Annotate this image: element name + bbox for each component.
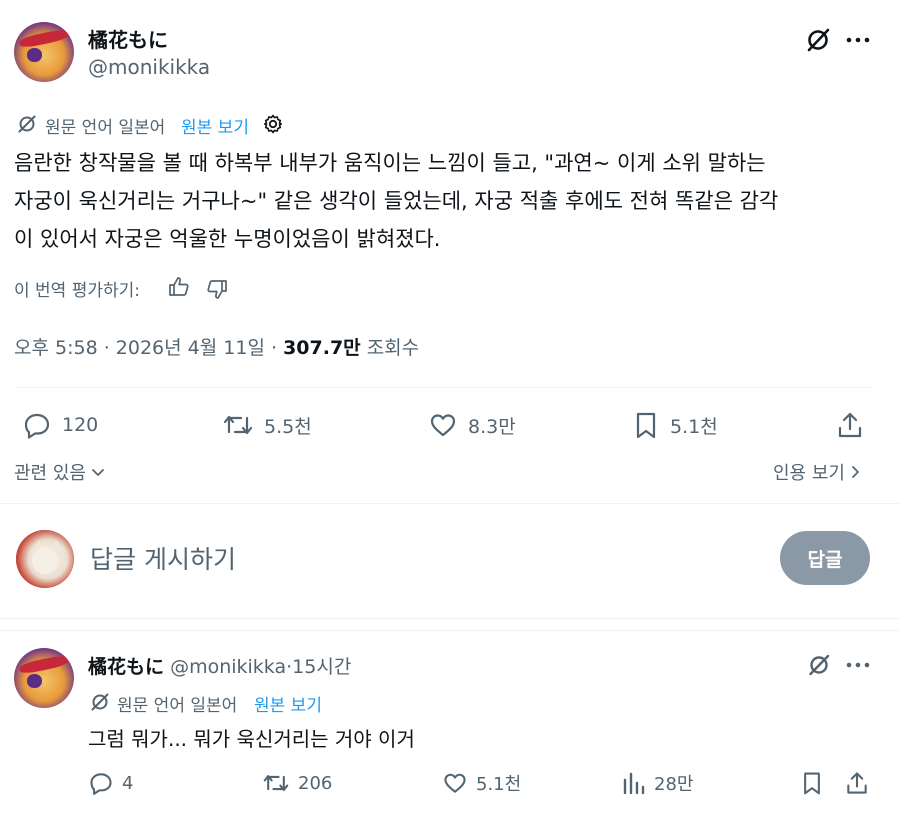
show-original-link[interactable]: 원본 보기 [181, 113, 249, 138]
chevron-right-icon [849, 464, 863, 480]
rate-translation-label: 이 번역 평가하기: [14, 281, 141, 301]
more-icon[interactable] [846, 36, 870, 44]
like-icon [442, 770, 468, 796]
bookmark-count: 5.1천 [670, 415, 718, 438]
avatar-headband [18, 27, 70, 49]
reply-reply-button[interactable]: 4 [88, 770, 133, 796]
share-icon[interactable] [835, 410, 865, 440]
translation-note: 원문 언어 일본어 [45, 118, 166, 138]
bookmark-button[interactable]: 5.1천 [632, 410, 718, 440]
more-icon[interactable] [846, 661, 870, 669]
author-handle[interactable]: @monikikka [88, 55, 210, 79]
share-icon[interactable] [844, 770, 870, 796]
avatar-eyepatch [27, 674, 42, 688]
reply-views-button[interactable]: 28만 [622, 770, 693, 796]
grok-icon[interactable] [806, 652, 832, 678]
thumbs-down-icon[interactable] [205, 277, 229, 301]
reply-display-name[interactable]: 橘花もに [88, 656, 164, 678]
view-count-label: 조회수 [366, 337, 420, 359]
quotes-link[interactable]: 인용 보기 [773, 459, 863, 485]
post-body-line: 이 있어서 자궁은 억울한 누명이었음이 밝혀졌다. [14, 227, 441, 251]
bookmark-icon[interactable] [800, 770, 824, 796]
like-button[interactable]: 8.3만 [428, 410, 516, 440]
reply-header: 橘花もに @monikikka·15시간 [88, 652, 351, 679]
reply-repost-button[interactable]: 206 [262, 770, 332, 796]
bookmark-icon [632, 410, 660, 440]
like-icon [428, 410, 458, 440]
related-toggle[interactable]: 관련 있음 [14, 459, 106, 485]
reply-repost-count: 206 [298, 772, 333, 794]
post-reply-button[interactable]: 답글 [780, 531, 870, 585]
divider [14, 387, 872, 388]
divider [0, 630, 900, 631]
gear-icon[interactable] [261, 112, 285, 136]
divider [0, 503, 900, 504]
reply-like-button[interactable]: 5.1천 [442, 770, 521, 796]
reply-count: 120 [62, 414, 99, 436]
post-timestamp[interactable]: 오후 5:58 · 2026년 4월 11일 · [14, 337, 277, 359]
post-meta: 오후 5:58 · 2026년 4월 11일 · 307.7만 조회수 [14, 333, 419, 360]
reply-show-original-link[interactable]: 원본 보기 [254, 691, 322, 716]
view-count: 307.7만 [283, 337, 361, 359]
chevron-down-icon [90, 464, 106, 480]
reply-handle[interactable]: @monikikka [170, 656, 286, 678]
reply-icon [22, 410, 52, 440]
post-body: 음란한 창작물을 볼 때 하복부 내부가 움직이는 느낌이 들고, "과연~ 이… [14, 144, 778, 258]
like-count: 8.3만 [468, 415, 516, 438]
avatar-cat-face [32, 547, 58, 575]
reply-icon [88, 770, 114, 796]
reply-text: 그럼 뭐가... 뭐가 욱신거리는 거야 이거 [88, 727, 415, 751]
grok-icon[interactable] [804, 26, 832, 54]
author-display-name[interactable]: 橘花もに [88, 24, 168, 53]
repost-count: 5.5천 [264, 415, 312, 438]
translate-icon [16, 113, 38, 135]
repost-button[interactable]: 5.5천 [222, 410, 312, 440]
post-body-line: 음란한 창작물을 볼 때 하복부 내부가 움직이는 느낌이 들고, "과연~ 이… [14, 151, 766, 175]
reply-translation-note: 원문 언어 일본어 [117, 696, 238, 716]
reply-view-count: 28만 [654, 774, 694, 795]
repost-icon [262, 770, 290, 796]
reply-like-count: 5.1천 [476, 774, 522, 795]
reply-reply-count: 4 [122, 772, 134, 794]
avatar-headband [18, 653, 70, 675]
user-avatar[interactable] [16, 530, 74, 588]
divider [0, 618, 900, 619]
repost-icon [222, 410, 254, 440]
quotes-label: 인용 보기 [773, 463, 845, 484]
author-avatar[interactable] [14, 22, 74, 82]
reply-composer-input[interactable]: 답글 게시하기 [90, 540, 750, 576]
reply-author-avatar[interactable] [14, 648, 74, 708]
thumbs-up-icon[interactable] [167, 275, 191, 299]
related-label: 관련 있음 [14, 463, 86, 484]
post-body-line: 자궁이 욱신거리는 거구나~" 같은 생각이 들었는데, 자궁 적출 후에도 전… [14, 189, 779, 213]
avatar-eyepatch [27, 48, 42, 62]
views-icon [622, 770, 646, 796]
reply-button[interactable]: 120 [22, 410, 98, 440]
reply-time[interactable]: 15시간 [292, 656, 351, 678]
translate-icon [89, 691, 111, 713]
